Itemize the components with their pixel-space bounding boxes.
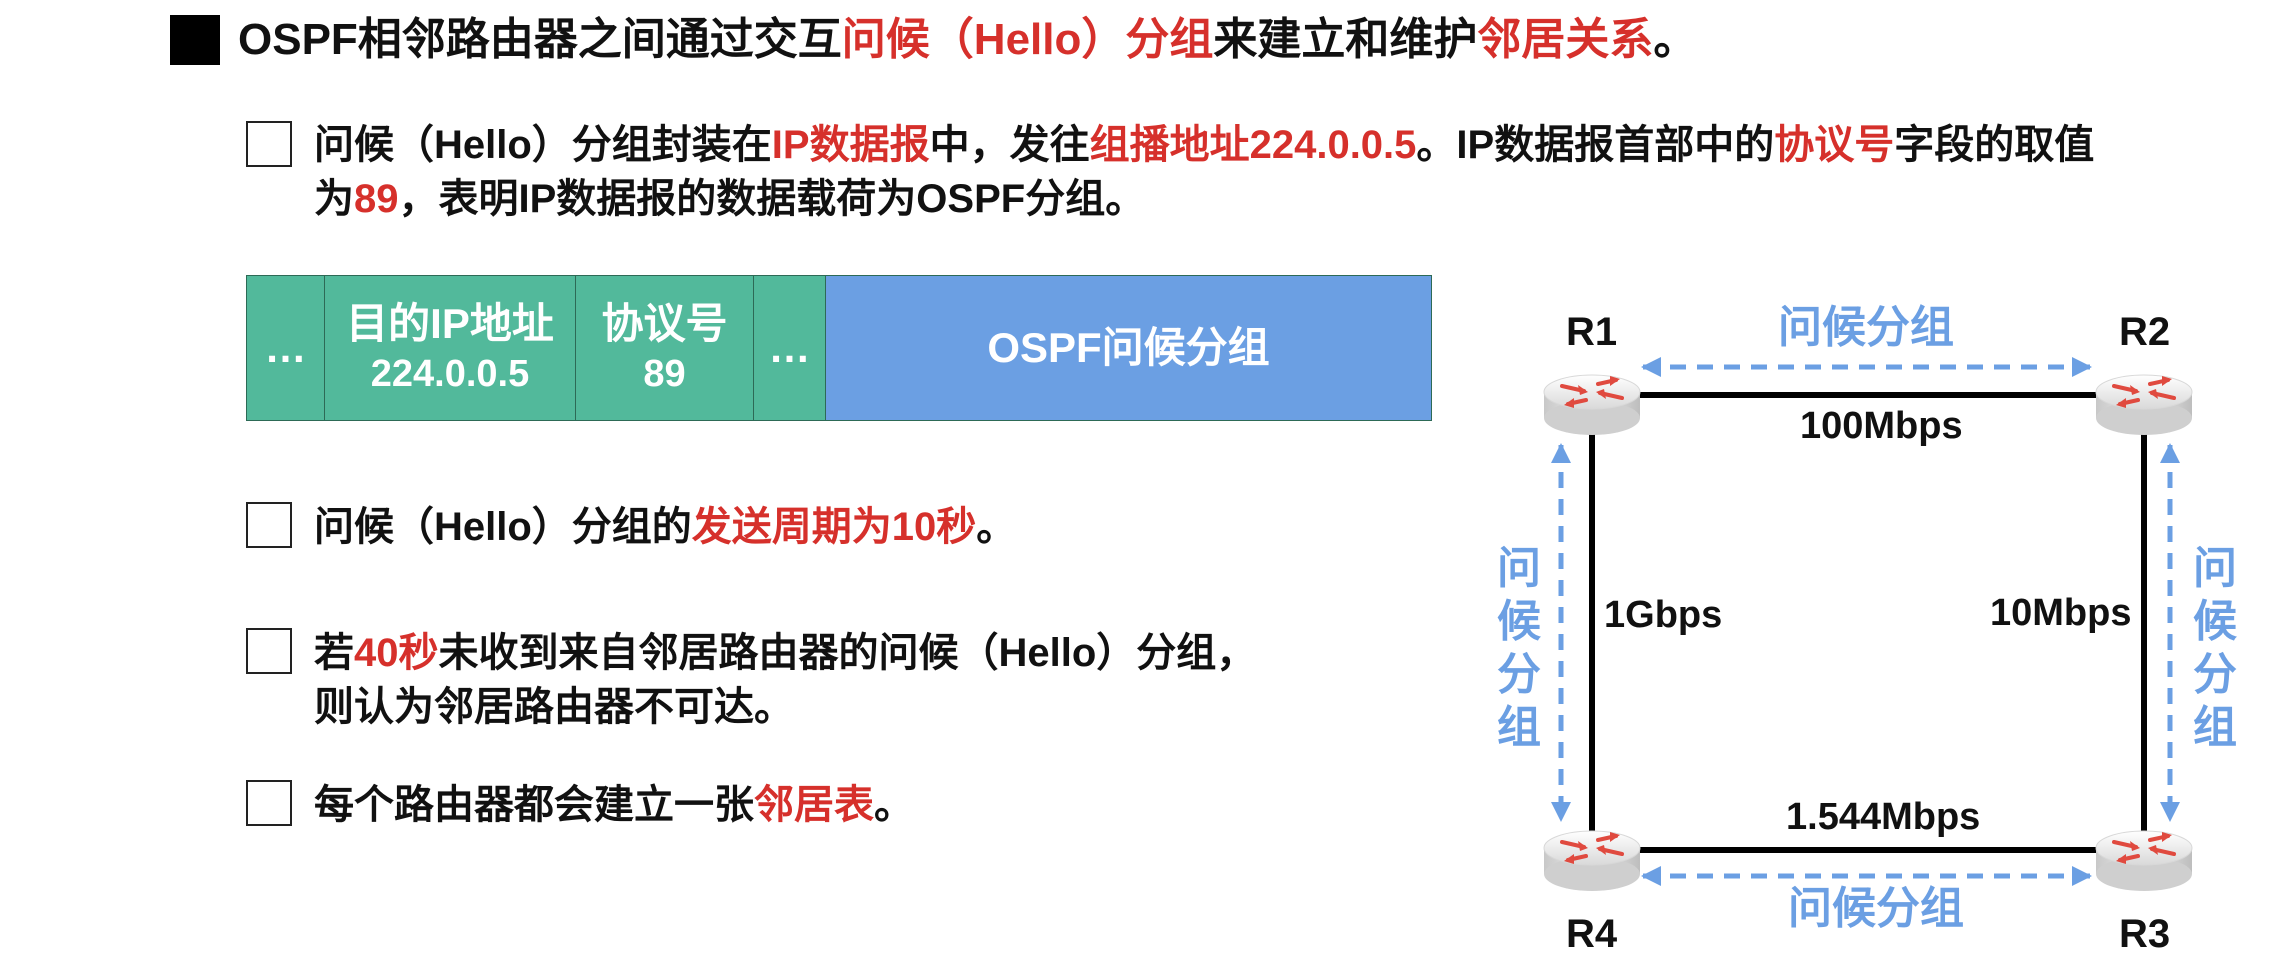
router-r2-icon — [2094, 373, 2194, 437]
router-r4-icon — [1542, 829, 1642, 893]
link-speed-r2-r3: 10Mbps — [1990, 592, 2132, 634]
link-speed-r3-r4: 1.544Mbps — [1786, 796, 1981, 838]
router-label-r1: R1 — [1566, 310, 1618, 354]
router-r1-icon — [1542, 373, 1642, 437]
link-speed-r4-r1: 1Gbps — [1604, 594, 1723, 636]
router-r3-icon — [2094, 829, 2194, 893]
router-label-r3: R3 — [2119, 912, 2171, 956]
hello-label-right: 问 候 分 组 — [2193, 544, 2237, 752]
link-speed-r1-r2: 100Mbps — [1800, 405, 1963, 447]
hello-label-bottom: 问候分组 — [1788, 884, 1964, 933]
hello-label-top: 问候分组 — [1778, 303, 1954, 352]
router-label-r4: R4 — [1566, 912, 1618, 956]
hello-label-left: 问 候 分 组 — [1497, 544, 1541, 752]
router-label-r2: R2 — [2119, 310, 2171, 354]
